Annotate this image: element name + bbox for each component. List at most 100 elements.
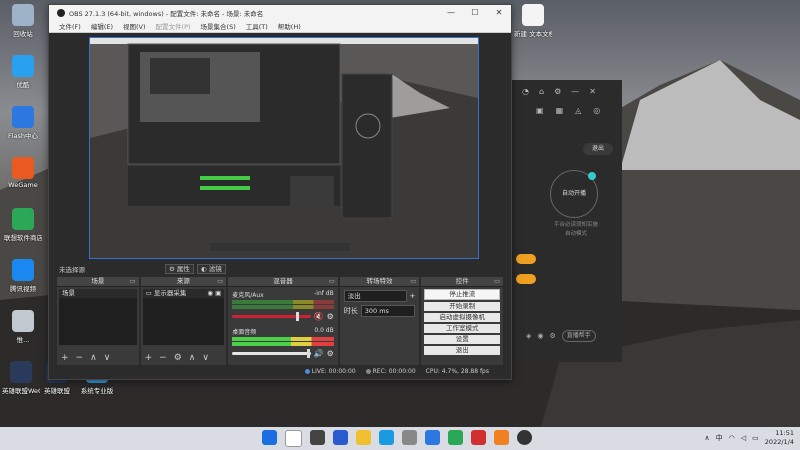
- scene-item[interactable]: 场景: [59, 289, 137, 298]
- maximize-button[interactable]: ☐: [463, 8, 487, 17]
- desktop-icon-lenovo-store[interactable]: 联想软件商店: [4, 208, 42, 242]
- helper-mini-button[interactable]: 直播帮手: [561, 330, 596, 342]
- muted-speaker-icon[interactable]: 🔇: [314, 312, 324, 321]
- menu-file[interactable]: 文件(F): [59, 21, 81, 31]
- lock-icon[interactable]: ▣: [215, 289, 221, 297]
- settings-button[interactable]: 设置: [424, 335, 500, 344]
- duration-input[interactable]: 300 ms: [360, 305, 416, 317]
- account-icon[interactable]: ◎: [593, 106, 600, 115]
- menu-view[interactable]: 视图(V): [123, 21, 146, 31]
- add-icon[interactable]: +: [145, 353, 153, 363]
- source-item[interactable]: ▭ 显示器采集 ◉ ▣: [142, 289, 225, 298]
- move-down-icon[interactable]: ∨: [202, 353, 209, 363]
- desktop-icon-recycle-bin[interactable]: 回收站: [4, 4, 42, 38]
- desktop-icon-flash[interactable]: Flash中心: [4, 106, 42, 140]
- scenes-list[interactable]: 场景: [59, 289, 137, 345]
- grid-icon[interactable]: ▦: [556, 106, 564, 115]
- dock-undock-icon[interactable]: ▭: [129, 277, 135, 286]
- window-title: OBS 27.1.3 (64-bit, windows) - 配置文件: 未命名…: [69, 9, 264, 18]
- speaker-icon[interactable]: ◁: [741, 434, 746, 442]
- minimize-button[interactable]: —: [439, 8, 463, 17]
- stop-streaming-button[interactable]: 停止推流: [424, 289, 500, 300]
- gear-icon[interactable]: ⚙: [550, 332, 556, 340]
- volume-slider[interactable]: [232, 349, 311, 358]
- gear-icon[interactable]: ⚙: [174, 353, 182, 363]
- speaker-icon[interactable]: 🔊: [314, 349, 324, 358]
- battery-icon[interactable]: ▭: [752, 434, 759, 442]
- bell-icon[interactable]: ◔: [522, 87, 529, 96]
- start-icon[interactable]: [262, 430, 277, 445]
- desktop-icon-wegame[interactable]: WeGame: [4, 157, 42, 189]
- dock-undock-icon[interactable]: ▭: [329, 277, 335, 286]
- menu-edit[interactable]: 编辑(E): [91, 21, 113, 31]
- widgets-icon[interactable]: [333, 430, 348, 445]
- gear-icon[interactable]: ⚙: [327, 349, 334, 358]
- lenovo-icon[interactable]: [425, 430, 440, 445]
- task-view-icon[interactable]: [310, 430, 325, 445]
- shield-icon[interactable]: ◈: [526, 332, 531, 340]
- file-explorer-icon[interactable]: [356, 430, 371, 445]
- eye-icon[interactable]: ◉: [537, 332, 543, 340]
- wifi-icon[interactable]: ◠: [729, 434, 735, 442]
- start-recording-button[interactable]: 开始录制: [424, 302, 500, 311]
- gear-icon[interactable]: ⚙: [327, 312, 334, 321]
- desktop-icon-app[interactable]: 惟...: [4, 310, 42, 344]
- remove-icon[interactable]: −: [159, 353, 167, 363]
- streaming-helper-window[interactable]: ◔ ⌂ ⚙ — ✕ ▣ ▦ ◬ ◎ 退出 自动开播 平台必读须知实施 自动模式 …: [505, 80, 622, 362]
- preview-canvas[interactable]: [89, 37, 479, 259]
- sources-list[interactable]: ▭ 显示器采集 ◉ ▣: [142, 289, 225, 345]
- obs-window[interactable]: OBS 27.1.3 (64-bit, windows) - 配置文件: 未命名…: [48, 4, 512, 380]
- eye-icon[interactable]: ◉: [207, 289, 213, 297]
- desktop-icon-youku[interactable]: 优酷: [4, 55, 42, 89]
- move-up-icon[interactable]: ∧: [189, 353, 196, 363]
- start-virtual-camera-button[interactable]: 启动虚拟摄像机: [424, 313, 500, 322]
- volume-meter: [232, 342, 334, 346]
- gift-icon[interactable]: ▣: [536, 106, 544, 115]
- desktop-icon-tencent-video[interactable]: 腾讯视频: [4, 259, 42, 293]
- transition-select[interactable]: 淡出: [343, 290, 407, 302]
- live-status: LIVE: 00:00:00: [304, 368, 356, 375]
- exit-button[interactable]: 退出: [583, 143, 613, 155]
- close-icon[interactable]: ✕: [589, 87, 596, 96]
- notify-icon[interactable]: ◬: [575, 106, 581, 115]
- move-down-icon[interactable]: ∨: [104, 353, 111, 363]
- netease-music-icon[interactable]: [471, 430, 486, 445]
- add-icon[interactable]: +: [410, 292, 416, 300]
- menu-bar: 文件(F) 编辑(E) 视图(V) 配置文件(P) 场景集合(S) 工具(T) …: [49, 20, 511, 33]
- menu-tools[interactable]: 工具(T): [246, 21, 268, 31]
- shirt-icon[interactable]: ⌂: [539, 87, 544, 96]
- orange-tag[interactable]: [516, 254, 536, 264]
- menu-help[interactable]: 帮助(H): [278, 21, 301, 31]
- app-icon[interactable]: [494, 430, 509, 445]
- studio-mode-button[interactable]: 工作室模式: [424, 324, 500, 333]
- clock[interactable]: 11:51 2022/1/4: [765, 429, 794, 447]
- exit-button[interactable]: 退出: [424, 346, 500, 355]
- orange-tag[interactable]: [516, 274, 536, 284]
- desktop-icon-lol-wegame[interactable]: 英雄联盟WeGame版: [2, 361, 40, 395]
- remove-icon[interactable]: −: [76, 353, 84, 363]
- menu-scene-collection[interactable]: 场景集合(S): [201, 21, 236, 31]
- properties-button[interactable]: ⚙ 属性: [165, 263, 194, 274]
- search-icon[interactable]: [285, 430, 302, 447]
- dock-undock-icon[interactable]: ▭: [410, 277, 416, 286]
- move-up-icon[interactable]: ∧: [90, 353, 97, 363]
- live-dot-icon: [304, 368, 310, 374]
- store-icon[interactable]: [402, 430, 417, 445]
- chevron-up-icon[interactable]: ∧: [705, 434, 710, 442]
- edge-icon[interactable]: [379, 430, 394, 445]
- dock-undock-icon[interactable]: ▭: [217, 277, 223, 286]
- wechat-icon[interactable]: [448, 430, 463, 445]
- dock-undock-icon[interactable]: ▭: [494, 277, 500, 286]
- language-indicator[interactable]: 中: [716, 433, 723, 443]
- desktop-icon-text-doc[interactable]: 新建 文本文档: [514, 4, 552, 38]
- obs-icon[interactable]: [517, 430, 532, 445]
- settings-icon[interactable]: ⚙: [554, 87, 561, 96]
- mixer-dock-header: 混音器 ▭: [228, 277, 338, 287]
- add-icon[interactable]: +: [61, 353, 69, 363]
- volume-slider[interactable]: [232, 312, 311, 321]
- close-button[interactable]: ✕: [487, 8, 511, 17]
- menu-profile[interactable]: 配置文件(P): [156, 21, 191, 31]
- minimize-icon[interactable]: —: [571, 87, 579, 96]
- filters-button[interactable]: ◐ 滤镜: [197, 263, 226, 274]
- obs-title-bar: OBS 27.1.3 (64-bit, windows) - 配置文件: 未命名…: [49, 5, 511, 20]
